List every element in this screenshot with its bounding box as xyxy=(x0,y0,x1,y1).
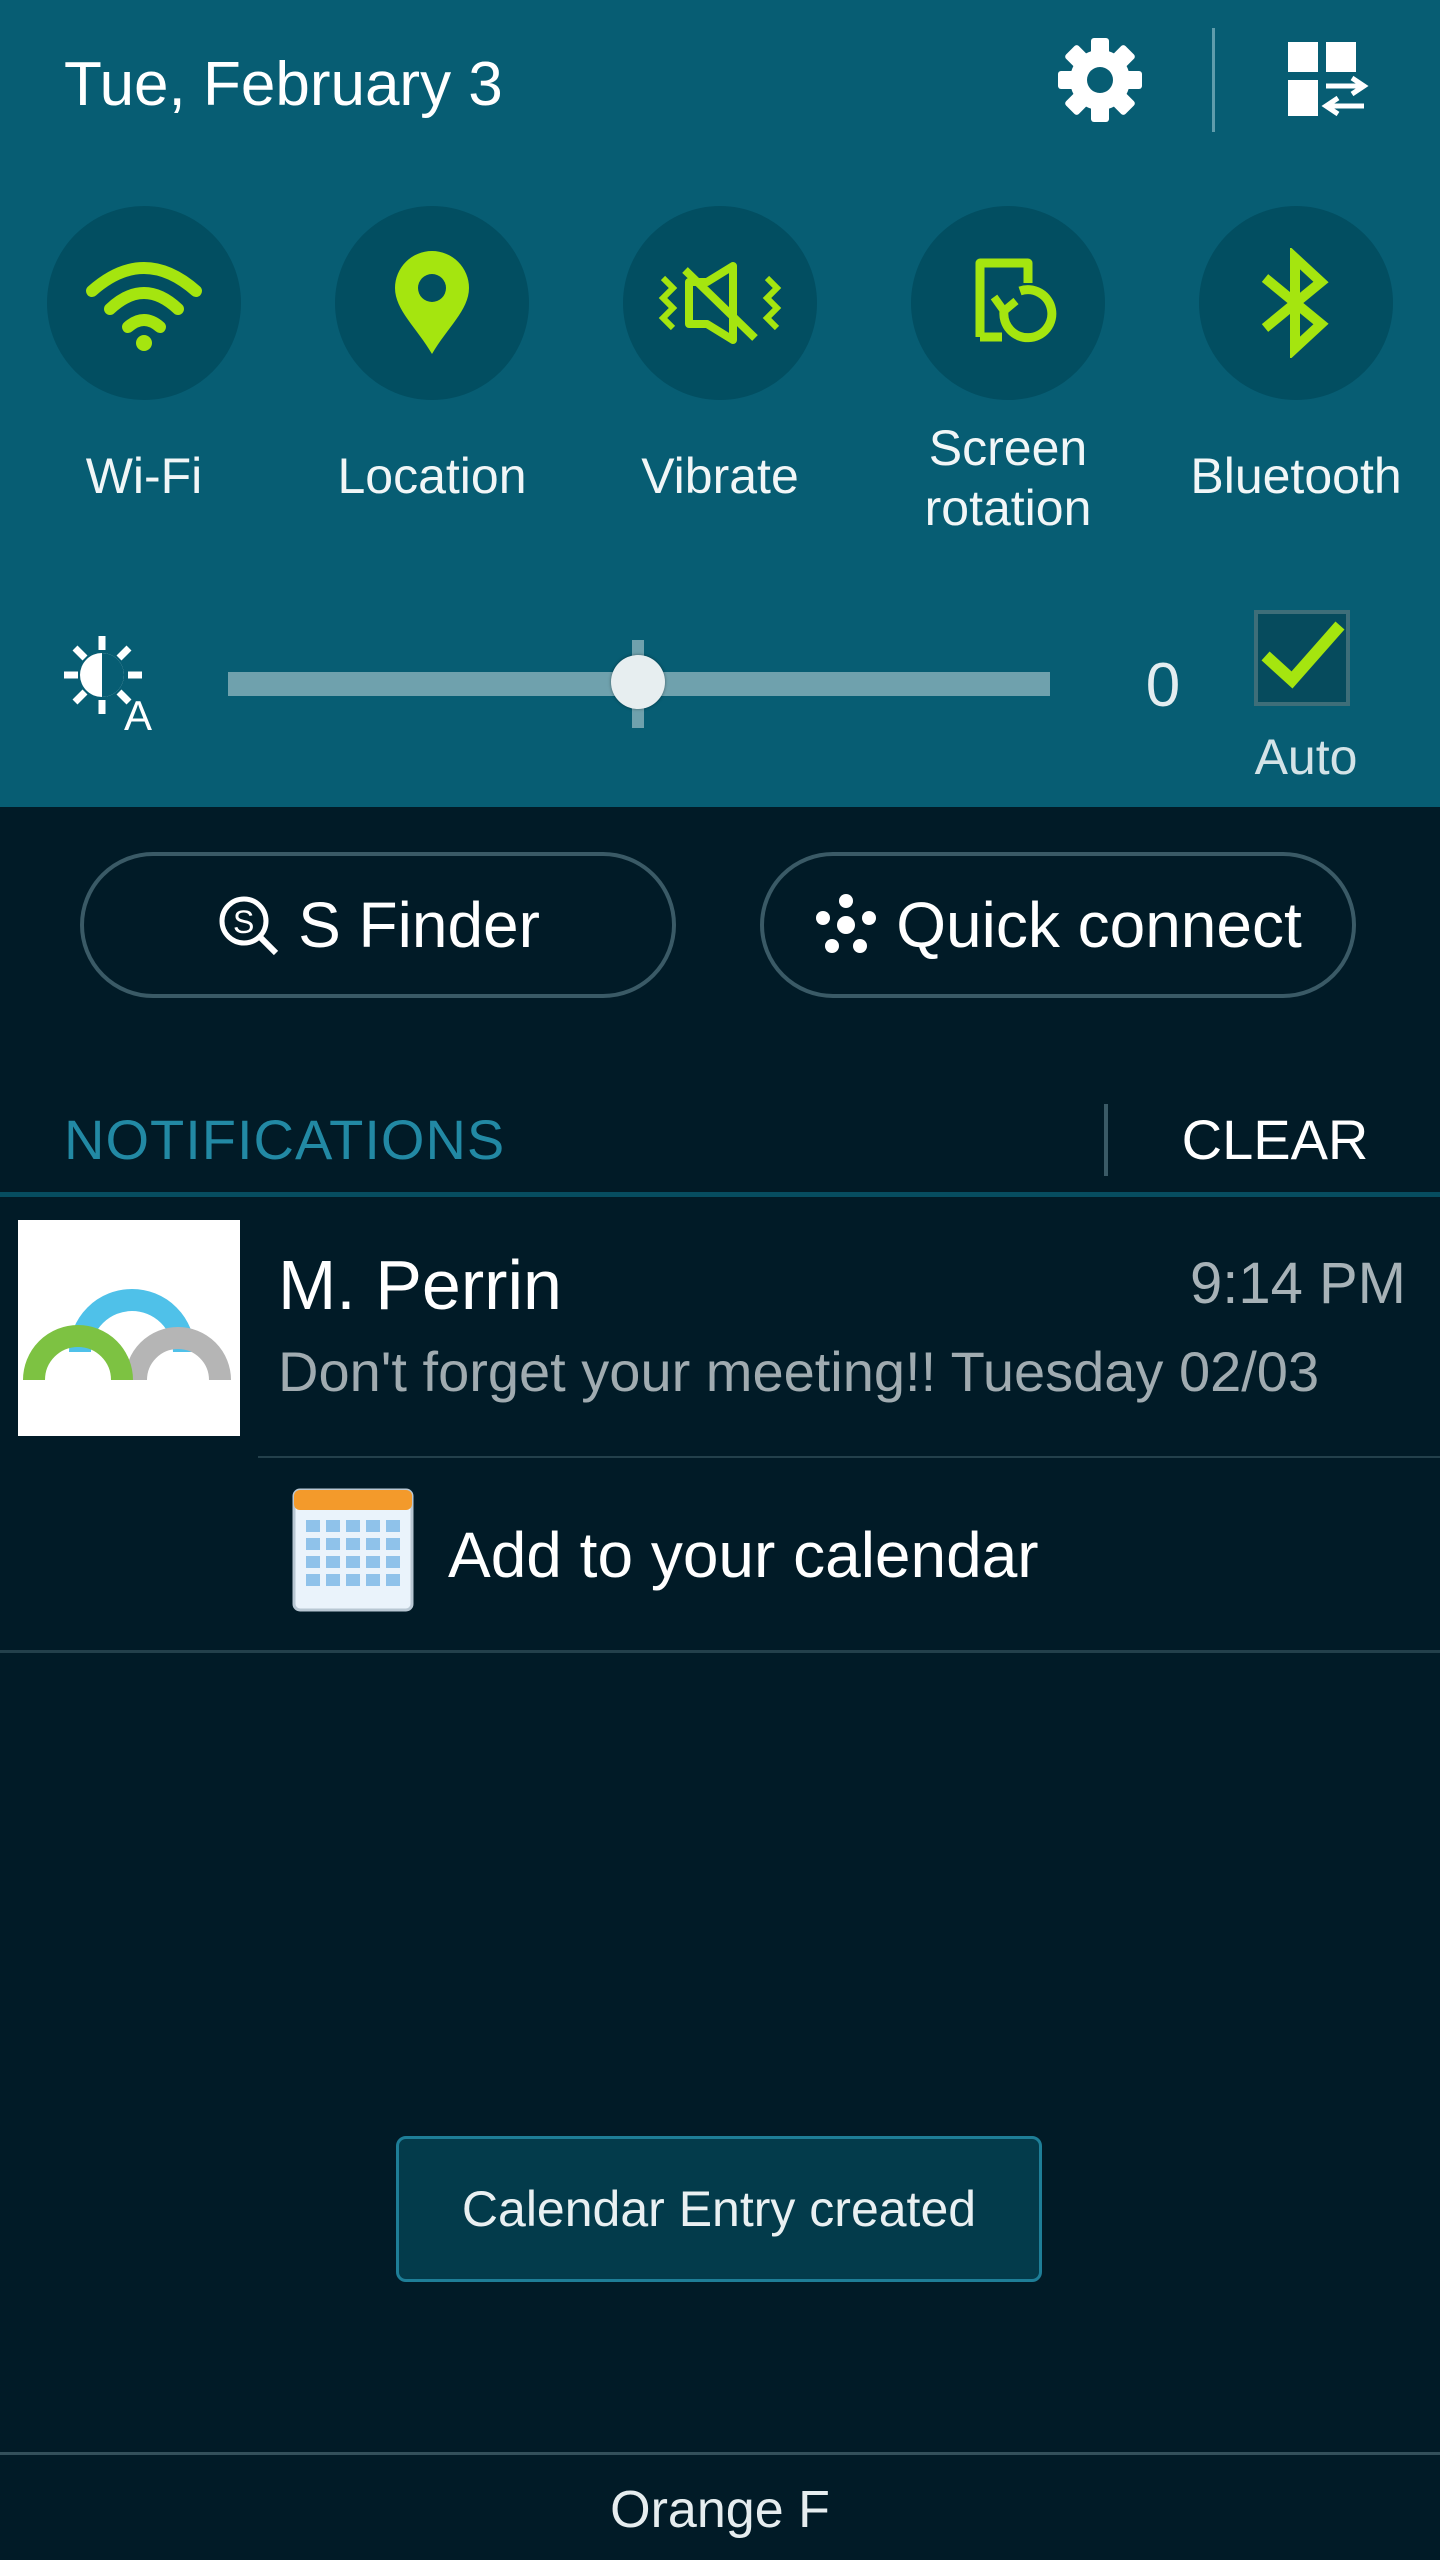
vibrate-icon xyxy=(658,262,782,344)
auto-brightness-checkbox[interactable] xyxy=(1254,610,1350,706)
s-finder-icon: S xyxy=(219,896,279,956)
toggle-screen-rotation[interactable]: Screen rotation xyxy=(888,206,1128,538)
auto-brightness-label: Auto xyxy=(1254,729,1358,785)
notification-sender: M. Perrin xyxy=(278,1246,562,1324)
bluetooth-icon xyxy=(1261,248,1329,358)
header-divider xyxy=(1212,28,1215,132)
toast-message: Calendar Entry created xyxy=(396,2136,1042,2282)
wifi-icon xyxy=(86,262,202,351)
svg-text:S: S xyxy=(233,904,254,940)
toggle-bluetooth[interactable]: Bluetooth xyxy=(1176,206,1416,506)
quick-connect-label: Quick connect xyxy=(896,889,1302,961)
notification-message: Don't forget your meeting!! Tuesday 02/0… xyxy=(278,1340,1320,1403)
toggle-label: Wi-Fi xyxy=(85,448,203,504)
toggle-label: Vibrate xyxy=(641,448,799,504)
brightness-value: 0 xyxy=(1145,651,1181,720)
notifications-divider xyxy=(0,1192,1440,1197)
location-pin-icon xyxy=(395,251,469,354)
notifications-heading: NOTIFICATIONS xyxy=(64,1108,506,1171)
clear-button[interactable]: CLEAR xyxy=(1150,1100,1400,1180)
toggle-wifi[interactable]: Wi-Fi xyxy=(24,206,264,506)
toggle-vibrate[interactable]: Vibrate xyxy=(600,206,840,506)
carrier-divider xyxy=(0,2452,1440,2455)
grid-edit-icon[interactable] xyxy=(1280,34,1372,126)
notification-divider xyxy=(0,1650,1440,1653)
checkmark-icon xyxy=(1261,621,1345,689)
app-logo-icon xyxy=(18,1220,240,1436)
carrier-label: Orange F xyxy=(610,2481,830,2539)
s-finder-label: S Finder xyxy=(298,889,540,961)
add-to-calendar-button[interactable]: Add to your calendar xyxy=(448,1510,1039,1600)
toggle-label: Screen rotation xyxy=(924,420,1092,536)
toggle-label: Bluetooth xyxy=(1190,448,1402,504)
toggle-location[interactable]: Location xyxy=(312,206,552,506)
brightness-slider-thumb[interactable] xyxy=(611,655,665,709)
header-divider xyxy=(1104,1104,1108,1176)
toggle-label: Location xyxy=(337,448,527,504)
calendar-icon[interactable] xyxy=(292,1488,414,1612)
screen-rotation-icon xyxy=(975,258,1057,343)
quick-connect-icon xyxy=(816,894,877,953)
quick-connect-button[interactable]: Quick connect xyxy=(760,852,1356,998)
s-finder-button[interactable]: S S Finder xyxy=(80,852,676,998)
auto-brightness-icon[interactable]: A xyxy=(58,630,162,734)
date-label: Tue, February 3 xyxy=(64,50,503,119)
notification-time: 9:14 PM xyxy=(1190,1251,1406,1316)
gear-icon[interactable] xyxy=(1050,30,1150,130)
notification-inner-divider xyxy=(258,1456,1440,1458)
svg-text:A: A xyxy=(124,692,152,734)
